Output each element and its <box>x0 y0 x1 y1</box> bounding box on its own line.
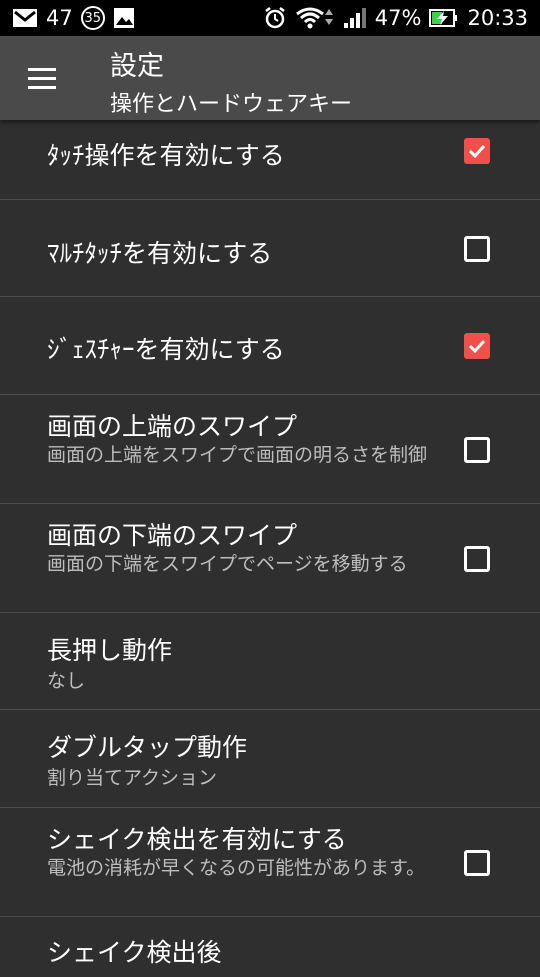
alarm-icon <box>263 6 287 30</box>
setting-bottom-edge-swipe[interactable]: 画面の下端のスワイプ 画面の下端をスワイプでページを移動する <box>0 504 540 613</box>
mail-icon <box>12 7 38 29</box>
badge-icon: 35 <box>80 6 105 30</box>
setting-double-tap[interactable]: ダブルタップ動作 割り当てアクション <box>0 710 540 808</box>
setting-title: 画面の上端のスワイプ <box>47 412 298 441</box>
setting-top-edge-swipe[interactable]: 画面の上端のスワイプ 画面の上端をスワイプで画面の明るさを制御 <box>0 395 540 504</box>
app-bar: 設定 操作とハードウェアキー <box>0 36 540 120</box>
setting-summary: 電池の消耗が早くなるの可能性があります。 <box>47 857 426 879</box>
clock-time: 20:33 <box>467 6 528 30</box>
setting-title: ダブルタップ動作 <box>47 733 248 762</box>
checkbox-unchecked[interactable] <box>464 236 490 262</box>
setting-title: ﾏﾙﾁﾀｯﾁを有効にする <box>47 239 273 268</box>
setting-long-press[interactable]: 長押し動作 なし <box>0 613 540 710</box>
checkbox-unchecked[interactable] <box>464 437 490 463</box>
setting-title: 長押し動作 <box>47 636 173 665</box>
signal-icon <box>343 7 367 29</box>
setting-title: シェイク検出を有効にする <box>47 825 347 854</box>
image-icon <box>113 7 135 29</box>
settings-list: ﾀｯﾁ操作を有効にする ﾏﾙﾁﾀｯﾁを有効にする ｼﾞｪｽﾁｬｰを有効にする 画… <box>0 120 540 977</box>
page-subtitle: 操作とハードウェアキー <box>110 92 353 117</box>
checkbox-unchecked[interactable] <box>464 546 490 572</box>
setting-touch-enable[interactable]: ﾀｯﾁ操作を有効にする <box>0 120 540 200</box>
battery-percent: 47% <box>374 6 422 30</box>
setting-title: ｼﾞｪｽﾁｬｰを有効にする <box>47 335 285 364</box>
checkbox-unchecked[interactable] <box>464 850 490 876</box>
setting-after-shake[interactable]: シェイク検出後 <box>0 917 540 977</box>
setting-shake-detect[interactable]: シェイク検出を有効にする 電池の消耗が早くなるの可能性があります。 <box>0 808 540 917</box>
wifi-icon <box>295 6 335 30</box>
setting-title: ﾀｯﾁ操作を有効にする <box>47 141 285 170</box>
setting-summary: なし <box>47 670 86 692</box>
setting-title: シェイク検出後 <box>47 938 222 967</box>
checkbox-checked[interactable] <box>464 333 490 359</box>
checkbox-checked[interactable] <box>464 138 490 164</box>
setting-multitouch-enable[interactable]: ﾏﾙﾁﾀｯﾁを有効にする <box>0 200 540 297</box>
setting-title: 画面の下端のスワイプ <box>47 521 298 550</box>
setting-summary: 画面の下端をスワイプでページを移動する <box>47 553 408 575</box>
setting-summary: 画面の上端をスワイプで画面の明るさを制御 <box>47 444 428 466</box>
setting-gesture-enable[interactable]: ｼﾞｪｽﾁｬｰを有効にする <box>0 297 540 395</box>
status-bar: 47 35 47% 20:33 <box>0 0 540 36</box>
hamburger-menu-icon[interactable] <box>20 58 64 98</box>
battery-charging-icon <box>429 7 459 29</box>
notification-count: 47 <box>46 6 73 30</box>
setting-summary: 割り当てアクション <box>47 767 218 789</box>
page-title: 設定 <box>110 51 164 82</box>
